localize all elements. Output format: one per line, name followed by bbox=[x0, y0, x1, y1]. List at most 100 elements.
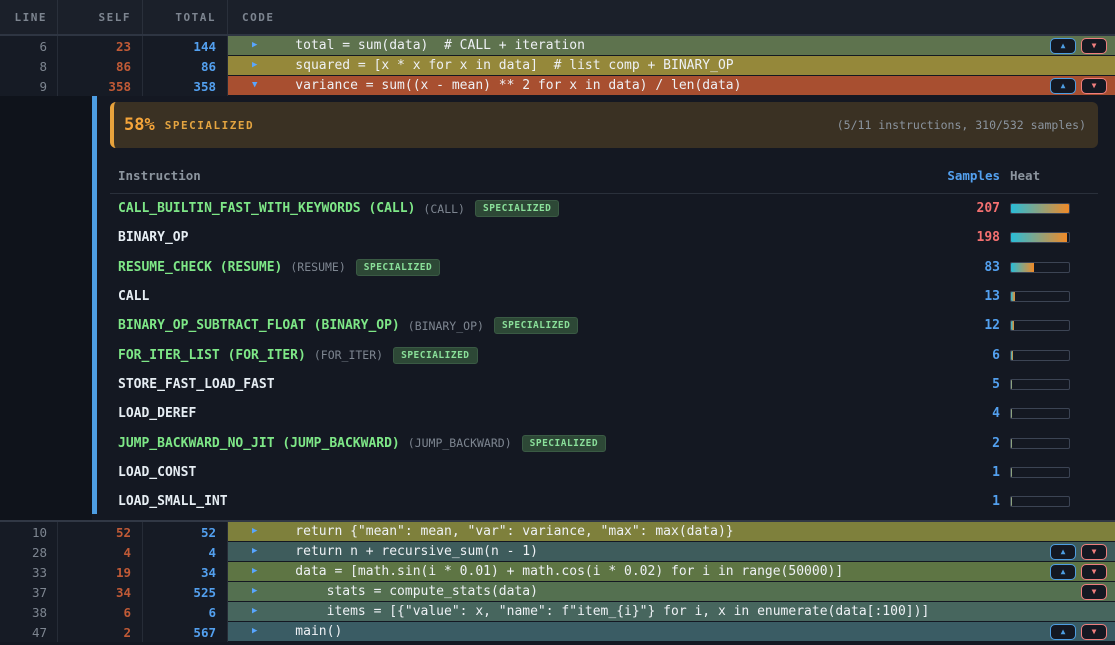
total-samples-cell: 525 bbox=[143, 582, 228, 602]
expand-triangle-icon[interactable]: ▶ bbox=[252, 567, 264, 576]
instruction-base-name: (FOR_ITER) bbox=[314, 348, 383, 362]
panel-indent-bar bbox=[92, 96, 97, 514]
arrow-up-icon: ▲ bbox=[1061, 628, 1066, 636]
jump-down-button[interactable]: ▼ bbox=[1081, 544, 1107, 560]
jump-down-button[interactable]: ▼ bbox=[1081, 38, 1107, 54]
line-number-cell: 38 bbox=[0, 602, 58, 622]
column-header-samples: Samples bbox=[910, 168, 1000, 183]
row-nav-buttons: ▼ bbox=[1081, 584, 1115, 600]
arrow-down-icon: ▼ bbox=[1092, 42, 1097, 50]
heat-bar bbox=[1010, 320, 1070, 331]
samples-count: 83 bbox=[910, 260, 1000, 275]
expand-triangle-icon[interactable]: ▶ bbox=[252, 527, 264, 536]
expand-triangle-icon[interactable]: ▶ bbox=[252, 587, 264, 596]
jump-up-button[interactable]: ▲ bbox=[1050, 544, 1076, 560]
heat-bar-fill bbox=[1011, 233, 1067, 242]
code-cell[interactable]: ▶ main() ▲ ▼ bbox=[228, 622, 1115, 642]
arrow-up-icon: ▲ bbox=[1061, 548, 1066, 556]
code-cell[interactable]: ▶ return {"mean": mean, "var": variance,… bbox=[228, 522, 1115, 542]
line-number-cell: 9 bbox=[0, 76, 58, 96]
expand-triangle-icon[interactable]: ▶ bbox=[252, 547, 264, 556]
jump-up-button[interactable]: ▲ bbox=[1050, 564, 1076, 580]
code-line-row[interactable]: 331934▶ data = [math.sin(i * 0.01) + mat… bbox=[0, 562, 1115, 582]
arrow-up-icon: ▲ bbox=[1061, 568, 1066, 576]
jump-down-button[interactable]: ▼ bbox=[1081, 584, 1107, 600]
code-text: main() bbox=[264, 624, 342, 639]
code-line-row[interactable]: 88686▶ squared = [x * x for x in data] #… bbox=[0, 56, 1115, 76]
code-line-row[interactable]: 623144▶ total = sum(data) # CALL + itera… bbox=[0, 36, 1115, 56]
row-nav-buttons: ▲▼ bbox=[1050, 38, 1115, 54]
heat-bar bbox=[1010, 496, 1070, 507]
samples-count: 2 bbox=[910, 436, 1000, 451]
code-line-row[interactable]: 3866▶ items = [{"value": x, "name": f"it… bbox=[0, 602, 1115, 622]
column-header-self: SELF bbox=[58, 0, 143, 34]
total-samples-cell: 52 bbox=[143, 522, 228, 542]
samples-count: 5 bbox=[910, 377, 1000, 392]
code-cell[interactable]: ▶ stats = compute_stats(data)▼ bbox=[228, 582, 1115, 602]
expand-triangle-icon[interactable]: ▶ bbox=[252, 627, 264, 636]
specialized-percent: 58% bbox=[124, 115, 155, 135]
specialized-badge: SPECIALIZED bbox=[475, 200, 559, 217]
jump-down-button[interactable]: ▼ bbox=[1081, 564, 1107, 580]
column-header-line: LINE bbox=[0, 0, 58, 34]
self-samples-cell: 6 bbox=[58, 602, 143, 622]
row-nav-buttons: ▲▼ bbox=[1050, 544, 1115, 560]
self-samples-cell: 4 bbox=[58, 542, 143, 562]
heat-bar bbox=[1010, 262, 1070, 273]
arrow-down-icon: ▼ bbox=[1092, 568, 1097, 576]
jump-down-button[interactable]: ▼ bbox=[1081, 78, 1107, 94]
jump-down-button[interactable]: ▼ bbox=[1081, 624, 1107, 640]
arrow-up-icon: ▲ bbox=[1061, 82, 1066, 90]
instruction-row: CALL13 bbox=[110, 282, 1098, 311]
instruction-name: LOAD_DEREF bbox=[118, 406, 196, 421]
code-text: total = sum(data) # CALL + iteration bbox=[264, 38, 585, 53]
specialization-banner: 58% SPECIALIZED (5/11 instructions, 310/… bbox=[110, 102, 1098, 148]
self-samples-cell: 52 bbox=[58, 522, 143, 542]
panel-content: 58% SPECIALIZED (5/11 instructions, 310/… bbox=[110, 96, 1098, 520]
arrow-down-icon: ▼ bbox=[1092, 588, 1097, 596]
collapse-triangle-icon[interactable]: ▼ bbox=[252, 81, 264, 90]
instruction-row: RESUME_CHECK (RESUME)(RESUME)SPECIALIZED… bbox=[110, 253, 1098, 282]
expand-triangle-icon[interactable]: ▶ bbox=[252, 607, 264, 616]
heat-bar-fill bbox=[1011, 321, 1014, 330]
instruction-row: CALL_BUILTIN_FAST_WITH_KEYWORDS (CALL)(C… bbox=[110, 194, 1098, 223]
samples-count: 12 bbox=[910, 318, 1000, 333]
code-cell[interactable]: ▶ return n + recursive_sum(n - 1)▲▼ bbox=[228, 542, 1115, 562]
heat-bar-fill bbox=[1011, 439, 1012, 448]
code-line-row[interactable]: 2844▶ return n + recursive_sum(n - 1)▲▼ bbox=[0, 542, 1115, 562]
instruction-base-name: (BINARY_OP) bbox=[408, 319, 484, 333]
instruction-table-header: Instruction Samples Heat bbox=[110, 162, 1098, 194]
instruction-name: JUMP_BACKWARD_NO_JIT (JUMP_BACKWARD) bbox=[118, 436, 400, 451]
expand-triangle-icon[interactable]: ▶ bbox=[252, 61, 264, 70]
code-cell[interactable]: ▶ items = [{"value": x, "name": f"item_{… bbox=[228, 602, 1115, 622]
row-nav-buttons: ▲▼ bbox=[1050, 78, 1115, 94]
self-samples-cell: 23 bbox=[58, 36, 143, 56]
specialized-meta: (5/11 instructions, 310/532 samples) bbox=[837, 118, 1086, 132]
specialized-badge: SPECIALIZED bbox=[356, 259, 440, 276]
table-header: LINE SELF TOTAL CODE bbox=[0, 0, 1115, 36]
code-text: return {"mean": mean, "var": variance, "… bbox=[264, 524, 734, 539]
code-line-row[interactable]: 3734525▶ stats = compute_stats(data)▼ bbox=[0, 582, 1115, 602]
jump-up-button[interactable]: ▲ bbox=[1050, 38, 1076, 54]
code-cell[interactable]: ▼ variance = sum((x - mean) ** 2 for x i… bbox=[228, 76, 1115, 96]
heat-bar-fill bbox=[1011, 351, 1013, 360]
jump-up-button[interactable]: ▲ bbox=[1050, 624, 1076, 640]
code-line-row[interactable]: 105252▶ return {"mean": mean, "var": var… bbox=[0, 522, 1115, 542]
jump-up-button[interactable]: ▲ bbox=[1050, 78, 1076, 94]
instruction-base-name: (CALL) bbox=[423, 202, 465, 216]
heat-bar-fill bbox=[1011, 380, 1012, 389]
code-cell[interactable]: ▶ squared = [x * x for x in data] # list… bbox=[228, 56, 1115, 76]
samples-count: 6 bbox=[910, 348, 1000, 363]
code-text: items = [{"value": x, "name": f"item_{i}… bbox=[264, 604, 929, 619]
expand-triangle-icon[interactable]: ▶ bbox=[252, 41, 264, 50]
code-line-row[interactable]: 472567▶ main()▲▼ bbox=[0, 622, 1115, 642]
code-cell[interactable]: ▶ total = sum(data) # CALL + iteration▲▼ bbox=[228, 36, 1115, 56]
column-header-total: TOTAL bbox=[143, 0, 228, 34]
samples-count: 207 bbox=[910, 201, 1000, 216]
instruction-row: LOAD_DEREF4 bbox=[110, 399, 1098, 428]
specialized-badge: SPECIALIZED bbox=[494, 317, 578, 334]
code-line-row[interactable]: 9358358▼ variance = sum((x - mean) ** 2 … bbox=[0, 76, 1115, 96]
total-samples-cell: 86 bbox=[143, 56, 228, 76]
samples-count: 1 bbox=[910, 494, 1000, 509]
code-cell[interactable]: ▶ data = [math.sin(i * 0.01) + math.cos(… bbox=[228, 562, 1115, 582]
